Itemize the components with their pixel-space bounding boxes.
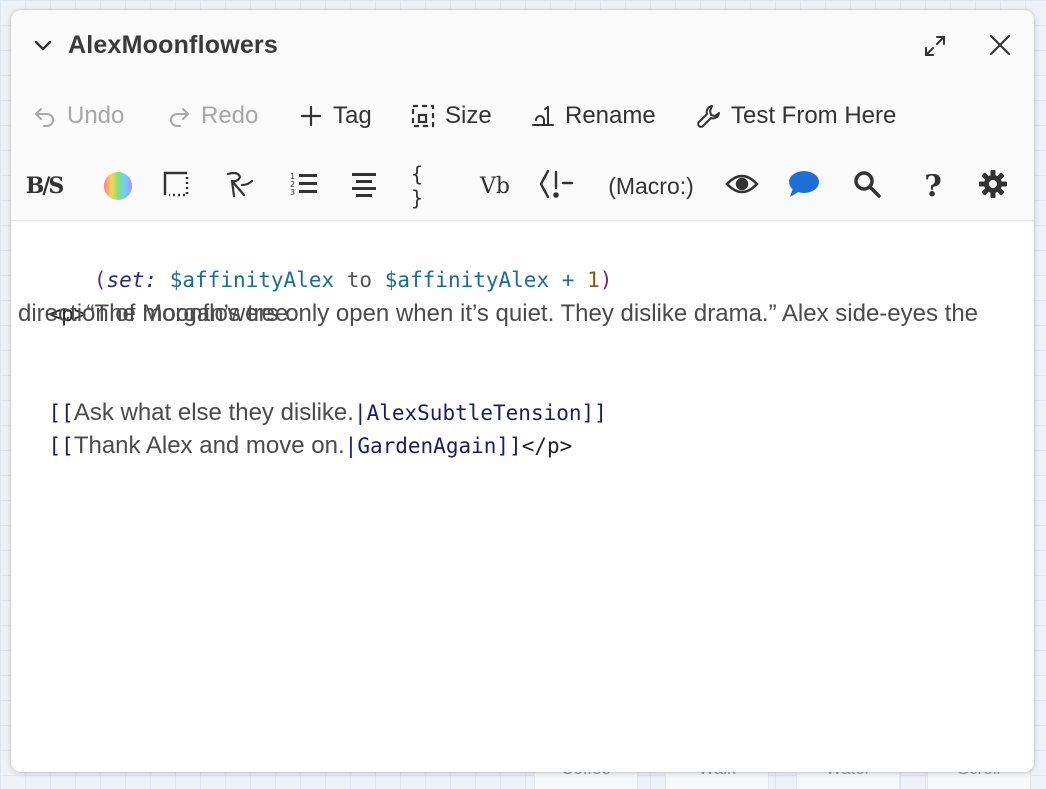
undo-label: Undo [67,102,125,129]
macro-name: set: [106,268,158,292]
macro-paren: ( [93,268,107,292]
variable-token: $affinityAlex [169,268,335,292]
speech-bubble-icon [787,170,821,202]
variable-button[interactable]: Vb [475,164,515,208]
macro-label: (Macro:) [608,172,694,199]
keyword-token: to [346,268,373,292]
link-separator: | [353,401,367,425]
find-replace-button[interactable] [849,164,885,208]
harlowe-toolbar: B/S 123 { } Vb (Macro:) ? [11,162,1034,210]
code-block-button[interactable]: { } [411,162,447,210]
dialog-title: AlexMoonflowers [68,31,278,59]
macro-button[interactable]: (Macro:) [601,164,701,208]
rename-icon [529,102,557,130]
size-label: Size [445,102,492,129]
passage-edit-dialog: AlexMoonflowers Undo Redo Tag Size Renam… [11,10,1034,772]
colour-button[interactable] [101,164,135,208]
chevron-down-icon[interactable] [31,34,55,58]
border-icon [162,170,190,202]
question-mark-icon: ? [924,168,942,204]
link-target: AlexSubtleTension [366,401,582,425]
eye-icon [725,172,759,200]
html-tag: </p> [521,434,573,458]
align-center-icon [350,170,378,202]
transition-button[interactable] [223,164,257,208]
align-button[interactable] [349,164,379,208]
link-bracket: ]] [581,401,607,425]
link-target: GardenAgain [357,434,497,458]
link-text: Ask what else they dislike. [73,399,354,426]
redo-button[interactable]: Redo [165,96,258,136]
dashed-square-icon [409,102,437,130]
link-separator: | [344,434,358,458]
rename-label: Rename [565,102,656,129]
dialog-titlebar: AlexMoonflowers [11,10,1034,80]
link-text: Thank Alex and move on. [73,432,345,459]
redo-icon [165,102,193,130]
search-icon [852,169,882,203]
undo-button[interactable]: Undo [31,96,124,136]
macro-paren: ) [599,268,613,292]
test-from-here-button[interactable]: Test From Here [695,96,896,136]
redo-label: Redo [201,102,259,129]
wrench-icon [695,102,723,130]
comments-button[interactable] [786,164,822,208]
tag-label: Tag [333,102,372,129]
passage-toolbar: Undo Redo Tag Size Rename Test From Here [11,96,1034,136]
link-bracket: ]] [496,434,522,458]
link-bracket: [[ [48,401,74,425]
gear-icon [978,169,1008,203]
preview-button[interactable] [724,164,760,208]
bold-strike-icon: B/S [25,173,65,199]
help-button[interactable]: ? [916,164,950,208]
link-line: [[Ask what else they dislike.|AlexSubtle… [18,363,1034,426]
undo-icon [31,102,59,130]
close-icon[interactable] [987,32,1013,58]
maximize-icon[interactable] [921,32,949,60]
add-tag-button[interactable]: Tag [297,96,372,136]
variable-token: $affinityAlex [384,268,550,292]
test-from-here-label: Test From Here [731,102,897,129]
rename-button[interactable]: Rename [529,96,656,136]
border-button[interactable] [161,164,191,208]
bold-strike-button[interactable]: B/S [24,164,65,208]
plus-icon [297,102,325,130]
rainbow-circle-icon [104,172,132,200]
settings-button[interactable] [976,164,1010,208]
transition-icon [224,169,256,203]
svg-text:3: 3 [290,188,295,197]
comment-button[interactable] [537,164,577,208]
list-button[interactable]: 123 [287,164,321,208]
braces-icon: { } [411,162,424,210]
operator-token: + [561,268,575,292]
html-comment-icon [538,168,576,204]
code-line: (set: $affinityAlex to $affinityAlex + 1… [18,231,1034,292]
numbered-list-icon: 123 [289,170,319,202]
number-token: 1 [587,268,600,292]
passage-text-editor[interactable]: (set: $affinityAlex to $affinityAlex + 1… [11,221,1034,772]
link-bracket: [[ [48,434,74,458]
size-button[interactable]: Size [409,96,492,136]
variable-label: Vb [480,173,510,199]
